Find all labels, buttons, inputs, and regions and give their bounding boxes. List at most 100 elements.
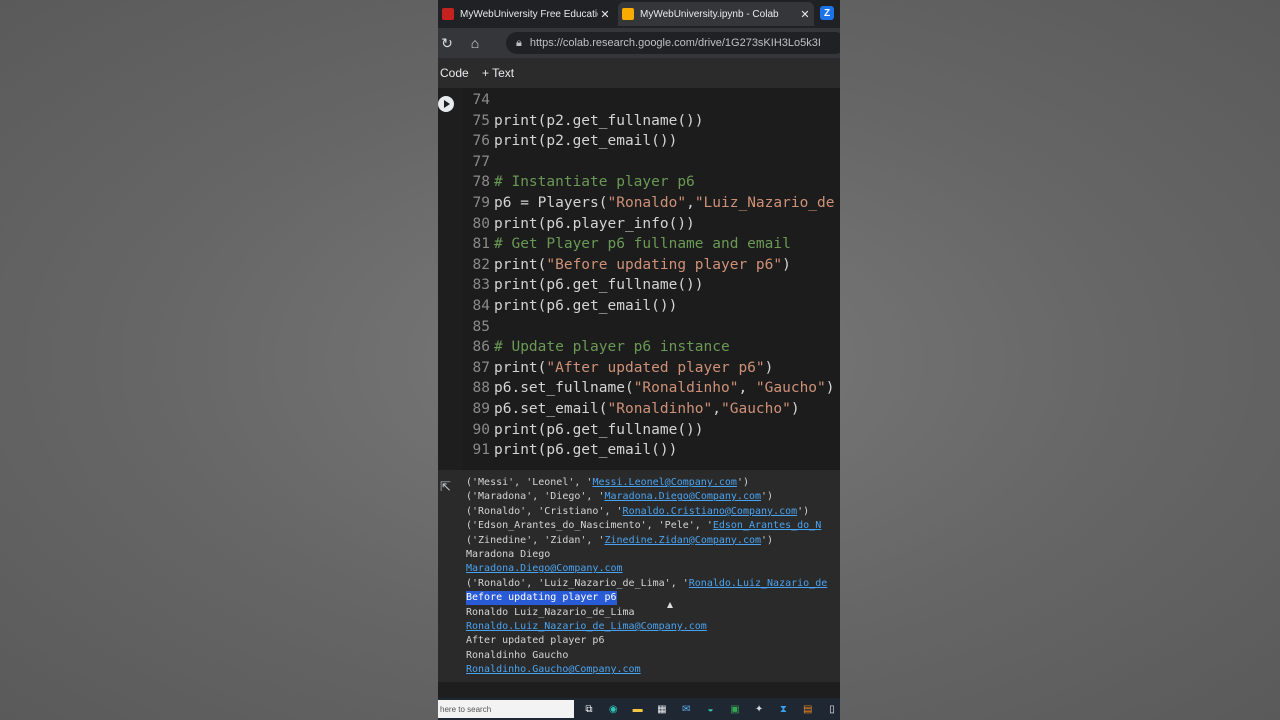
code-line: 88 p6.set_fullname("Ronaldinho", "Gaucho"… — [462, 378, 835, 398]
output-tuple-line: ('Ronaldo', 'Cristiano', 'Ronaldo.Cristi… — [466, 505, 809, 519]
code-line: 79 p6 = Players("Ronaldo","Luiz_Nazario_d… — [462, 193, 835, 213]
code-line: 91 print(p6.get_email()) — [462, 440, 678, 460]
code-line: 76 print(p2.get_email()) — [462, 131, 678, 151]
code-editor[interactable]: 74 75 print(p2.get_fullname()) 76 print(p2.g… — [462, 88, 840, 470]
line-number: 81 — [472, 236, 490, 253]
store-icon[interactable]: ▦ — [655, 702, 669, 716]
email-link[interactable]: Ronaldo.Luiz_Nazario_de — [689, 578, 827, 589]
add-text-button[interactable]: + Text — [482, 66, 514, 80]
line-number: 78 — [472, 174, 490, 191]
code-line: 83 print(p6.get_fullname()) — [462, 275, 704, 295]
url-text: https://colab.research.google.com/drive/… — [529, 37, 821, 49]
vscode-icon[interactable]: ⧗ — [776, 702, 790, 716]
code-line: 86 # Update player p6 instance — [462, 337, 730, 357]
tab-mywebuniversity[interactable]: MyWebUniversity Free Education ✕ — [438, 2, 614, 26]
network-icon[interactable]: ✦ — [752, 702, 766, 716]
output-tuple-line: ('Messi', 'Leonel', 'Messi.Leonel@Compan… — [466, 476, 749, 490]
code-string: "Ronaldinho" — [633, 380, 739, 397]
code-line: 89 p6.set_email("Ronaldinho","Gaucho") — [462, 399, 800, 419]
add-code-button[interactable]: Code — [440, 66, 469, 80]
colab-toolbar: Code + Text — [438, 58, 840, 89]
output-text: ('Zinedine', 'Zidan', ' — [466, 534, 605, 546]
notepad-icon[interactable]: ▯ — [825, 702, 839, 716]
output-text-line: After updated player p6 — [466, 635, 605, 647]
code-token: print(p6.get_fullname()) — [494, 421, 704, 438]
code-line: 74 — [462, 90, 494, 110]
output-text: ') — [761, 491, 774, 503]
code-token: , — [738, 380, 756, 397]
cell-output: ⇱ ('Messi', 'Leonel', 'Messi.Leonel@Comp… — [438, 470, 840, 682]
email-link[interactable]: Ronaldo.Cristiano@Company.com — [623, 506, 798, 517]
close-tab-icon[interactable]: ✕ — [598, 8, 612, 21]
code-line: 87 print("After updated player p6") — [462, 358, 774, 378]
output-text-line: Ronaldinho Gaucho — [466, 649, 569, 661]
run-cell-button[interactable] — [438, 96, 454, 112]
tab-strip: MyWebUniversity Free Education ✕ MyWebUn… — [438, 0, 840, 28]
code-comment: # Get Player p6 fullname and email — [494, 236, 791, 253]
output-text: ('Ronaldo', 'Cristiano', ' — [466, 505, 623, 517]
tab-colab-notebook[interactable]: MyWebUniversity.ipynb - Colab ✕ — [618, 2, 814, 26]
code-token: p6 = Players( — [494, 195, 608, 211]
line-number: 83 — [472, 277, 490, 294]
code-token: ) — [790, 401, 800, 417]
code-token: print(p6.get_email()) — [494, 442, 678, 459]
edge-dev-icon[interactable]: ◒ — [704, 702, 718, 716]
line-number: 87 — [472, 359, 490, 376]
browser-window: MyWebUniversity Free Education ✕ MyWebUn… — [438, 0, 840, 720]
edge-icon[interactable]: ◉ — [606, 702, 620, 716]
line-number: 88 — [472, 380, 490, 397]
play-icon — [444, 100, 450, 108]
email-link[interactable]: Edson_Arantes_do_N — [713, 520, 821, 531]
code-token: ) — [825, 380, 835, 397]
code-token: print(p6.get_fullname()) — [494, 277, 704, 294]
code-token: print(p6.get_email()) — [494, 298, 678, 314]
email-link[interactable]: Zinedine.Zidan@Company.com — [604, 535, 761, 546]
site-info-icon[interactable]: 🔒︎ — [516, 37, 522, 50]
output-text: ') — [797, 505, 810, 517]
line-number: 76 — [472, 133, 490, 150]
output-text: ('Maradona', 'Diego', ' — [466, 491, 605, 503]
zoom-tab-icon[interactable]: Z — [820, 6, 834, 20]
code-line: 78 # Instantiate player p6 — [462, 172, 695, 192]
email-link[interactable]: Ronaldo.Luiz_Nazario_de_Lima@Company.com — [466, 620, 707, 634]
email-link[interactable]: Maradona.Diego@Company.com — [604, 491, 761, 502]
output-tuple-line: ('Zinedine', 'Zidan', 'Zinedine.Zidan@Co… — [466, 534, 773, 548]
email-link[interactable]: Messi.Leonel@Company.com — [592, 477, 737, 488]
code-token: , — [712, 401, 721, 417]
address-bar: ↻ ⌂ 🔒︎ https://colab.research.google.com… — [438, 28, 840, 58]
output-text: ('Messi', 'Leonel', ' — [466, 477, 593, 488]
code-string: "Gaucho" — [721, 401, 791, 417]
code-string: "Ronaldo" — [607, 195, 687, 211]
code-line: 84 print(p6.get_email()) — [462, 296, 678, 316]
code-comment: # Instantiate player p6 — [494, 174, 695, 191]
code-token: print( — [494, 256, 547, 273]
mail-icon[interactable]: ✉ — [679, 702, 693, 716]
excel-icon[interactable]: ▣ — [728, 702, 742, 716]
acrobat-icon[interactable]: ▤ — [801, 702, 815, 716]
taskbar-search-input[interactable]: here to search — [438, 700, 574, 718]
clear-output-icon[interactable]: ⇱ — [440, 479, 451, 495]
output-text-line: Ronaldo Luiz_Nazario_de_Lima — [466, 606, 635, 618]
selected-output-text: Before updating player p6 — [466, 591, 617, 606]
line-number: 74 — [472, 92, 490, 108]
code-string: "Gaucho" — [755, 380, 826, 397]
colab-favicon-icon — [622, 8, 634, 20]
code-line: 80 print(p6.player_info()) — [462, 214, 695, 234]
code-line: 90 print(p6.get_fullname()) — [462, 420, 704, 440]
code-token: ) — [764, 359, 774, 376]
output-text: ') — [736, 477, 749, 488]
email-link[interactable]: Maradona.Diego@Company.com — [466, 562, 623, 576]
email-link[interactable]: Ronaldinho.Gaucho@Company.com — [466, 663, 641, 677]
url-field[interactable]: 🔒︎ https://colab.research.google.com/dri… — [506, 32, 840, 54]
code-comment: # Update player p6 instance — [494, 339, 730, 356]
windows-taskbar: here to search ⧉ ◉ ▬ ▦ ✉ ◒ ▣ ✦ ⧗ ▤ ▯ — [438, 698, 840, 720]
reload-icon[interactable]: ↻ — [438, 34, 456, 52]
home-icon[interactable]: ⌂ — [466, 34, 484, 52]
line-number: 79 — [472, 195, 490, 211]
close-tab-icon[interactable]: ✕ — [798, 8, 812, 21]
line-number: 85 — [472, 318, 490, 335]
code-token: print(p6.player_info()) — [494, 215, 695, 232]
task-view-icon[interactable]: ⧉ — [582, 702, 596, 716]
code-string: "Luiz_Nazario_de — [694, 195, 835, 211]
file-explorer-icon[interactable]: ▬ — [631, 702, 645, 716]
